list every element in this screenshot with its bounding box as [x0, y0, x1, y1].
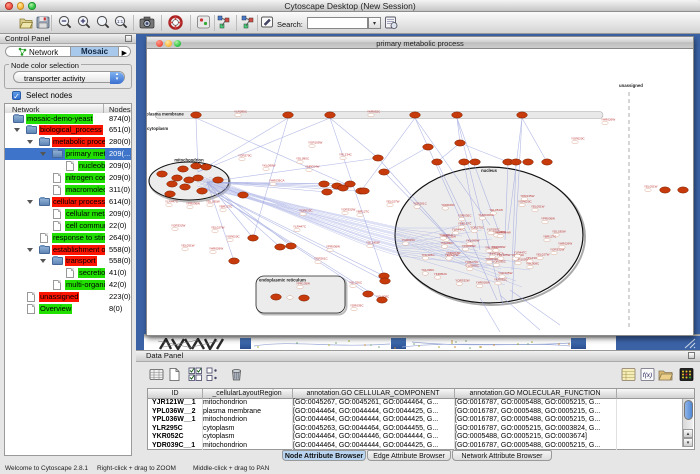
- svg-text:YEL027W: YEL027W: [211, 226, 225, 230]
- svg-text:YPR036W: YPR036W: [186, 202, 200, 206]
- svg-text:1:1: 1:1: [117, 19, 124, 24]
- svg-text:f(x): f(x): [643, 372, 652, 379]
- svg-text:YDR039C: YDR039C: [485, 257, 499, 261]
- svg-text:YEL051W: YEL051W: [644, 185, 658, 189]
- svg-text:YOR035C: YOR035C: [299, 209, 314, 213]
- svg-text:YPR036W: YPR036W: [326, 245, 340, 249]
- svg-text:YDR039C: YDR039C: [441, 203, 455, 207]
- svg-text:YLR447C: YLR447C: [165, 200, 179, 204]
- svg-text:YOR332W: YOR332W: [455, 278, 470, 282]
- svg-text:YEL051W: YEL051W: [181, 244, 195, 248]
- svg-text:YLR447C: YLR447C: [293, 225, 307, 229]
- svg-text:YGR105W: YGR105W: [308, 141, 323, 145]
- svg-text:plasma membrane: plasma membrane: [147, 112, 184, 117]
- svg-text:YOR270C: YOR270C: [238, 154, 253, 158]
- svg-text:unassigned: unassigned: [619, 83, 643, 88]
- svg-text:YEL051W: YEL051W: [531, 205, 545, 209]
- svg-text:YDL185W: YDL185W: [366, 241, 380, 245]
- svg-text:YOR035C: YOR035C: [458, 214, 473, 218]
- svg-text:YBR127C: YBR127C: [356, 210, 370, 214]
- svg-text:YGR020C: YGR020C: [226, 235, 241, 239]
- svg-text:YGR020C: YGR020C: [402, 238, 417, 242]
- svg-text:YGR105W: YGR105W: [498, 271, 513, 275]
- svg-text:YPR135W: YPR135W: [520, 194, 534, 198]
- svg-text:YGR020C: YGR020C: [518, 200, 533, 204]
- svg-text:YEL027W: YEL027W: [445, 253, 459, 257]
- svg-text:YHR026W: YHR026W: [558, 242, 572, 246]
- svg-text:YLR447C: YLR447C: [514, 251, 528, 255]
- svg-text:YDL185W: YDL185W: [206, 200, 220, 204]
- svg-text:YBR127C: YBR127C: [543, 235, 557, 239]
- svg-text:cytoplasm: cytoplasm: [147, 126, 168, 131]
- svg-text:YKL080W: YKL080W: [492, 245, 506, 249]
- svg-text:YEL027W: YEL027W: [386, 200, 400, 204]
- svg-text:YHR039CA: YHR039CA: [478, 213, 494, 217]
- svg-text:mitochondrion: mitochondrion: [174, 158, 204, 163]
- svg-text:YLR295C: YLR295C: [487, 228, 501, 232]
- svg-text:YBR127C: YBR127C: [219, 205, 233, 209]
- svg-text:YHR026W: YHR026W: [209, 247, 223, 251]
- svg-text:YOR332W: YOR332W: [341, 208, 356, 212]
- svg-text:YDL185W: YDL185W: [497, 253, 511, 257]
- svg-text:YPR036W: YPR036W: [541, 217, 555, 221]
- svg-text:YDL185W: YDL185W: [552, 230, 566, 234]
- svg-text:nucleus: nucleus: [481, 168, 497, 173]
- svg-text:YKR052C: YKR052C: [367, 110, 381, 114]
- svg-text:YPL234C: YPL234C: [339, 153, 353, 157]
- svg-text:YHR039CA: YHR039CA: [269, 179, 285, 183]
- svg-text:YEL051W: YEL051W: [489, 208, 503, 212]
- svg-text:YEL027W: YEL027W: [536, 253, 550, 257]
- svg-text:YHR026W: YHR026W: [476, 281, 490, 285]
- svg-text:YPR036W: YPR036W: [462, 244, 476, 248]
- svg-text:YGR261C: YGR261C: [439, 233, 454, 237]
- svg-text:endoplasmic reticulum: endoplasmic reticulum: [259, 278, 306, 283]
- svg-text:YDR039C: YDR039C: [350, 304, 364, 308]
- svg-text:YLR295C: YLR295C: [466, 264, 480, 268]
- svg-text:YOR332W: YOR332W: [171, 224, 186, 228]
- svg-text:YMR054W: YMR054W: [305, 165, 320, 169]
- svg-text:YGR261C: YGR261C: [413, 201, 428, 205]
- svg-text:YGR020C: YGR020C: [571, 137, 586, 141]
- svg-text:YNL326C: YNL326C: [422, 253, 436, 257]
- svg-text:YLR295C: YLR295C: [234, 110, 248, 114]
- svg-text:YKL080W: YKL080W: [262, 164, 276, 168]
- svg-text:YGR261C: YGR261C: [314, 257, 329, 261]
- svg-text:YDL090C: YDL090C: [296, 157, 310, 161]
- svg-text:YKL080W: YKL080W: [466, 238, 480, 242]
- svg-text:YOR270C: YOR270C: [470, 225, 485, 229]
- svg-text:YGL008C: YGL008C: [526, 262, 540, 266]
- svg-text:YKR052C: YKR052C: [434, 272, 448, 276]
- svg-text:YHR026W: YHR026W: [601, 118, 615, 122]
- svg-text:YNL326C: YNL326C: [349, 281, 363, 285]
- svg-text:YDL090C: YDL090C: [441, 241, 455, 245]
